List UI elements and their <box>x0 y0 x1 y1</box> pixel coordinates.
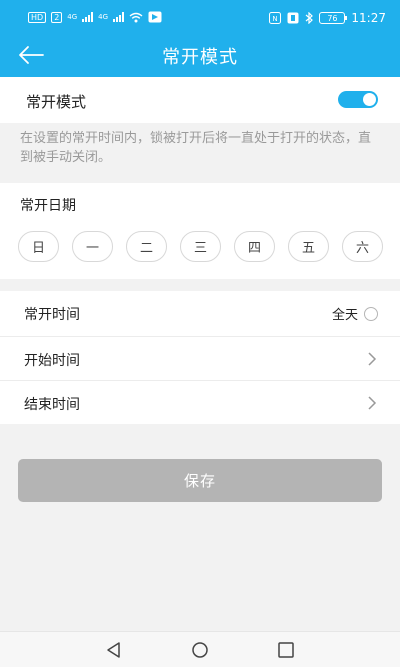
system-nav-bar <box>0 631 400 667</box>
days-label: 常开日期 <box>20 198 76 214</box>
start-time-row[interactable]: 开始时间 <box>0 336 400 380</box>
day-button-thu[interactable]: 四 <box>234 231 275 262</box>
chevron-right-icon <box>368 396 377 410</box>
app-notification-icon <box>148 11 162 23</box>
nav-back-icon[interactable] <box>104 641 124 659</box>
day-button-wed[interactable]: 三 <box>180 231 221 262</box>
svg-text:N: N <box>273 15 278 23</box>
all-day-radio[interactable] <box>364 306 378 321</box>
mode-toggle-label: 常开模式 <box>26 93 87 111</box>
start-time-label: 开始时间 <box>24 353 80 369</box>
all-day-option[interactable]: 全天 <box>332 304 378 323</box>
day-list: 日 一 二 三 四 五 六 <box>18 231 383 262</box>
signal-label-1: 4G <box>67 13 78 21</box>
day-button-tue[interactable]: 二 <box>126 231 167 262</box>
battery-level: 76 <box>327 13 338 23</box>
sim-badge: 2 <box>51 11 63 23</box>
nav-recent-icon[interactable] <box>276 641 296 659</box>
status-right: N 76 11:27 <box>269 11 386 25</box>
save-button[interactable]: 保存 <box>18 459 382 502</box>
page-title: 常开模式 <box>162 47 238 68</box>
day-button-fri[interactable]: 五 <box>288 231 329 262</box>
wifi-icon <box>129 12 143 22</box>
status-time: 11:27 <box>351 11 386 25</box>
end-time-row[interactable]: 结束时间 <box>0 380 400 424</box>
signal-icon-2 <box>113 12 125 22</box>
days-section: 常开日期 日 一 二 三 四 五 六 <box>0 183 400 279</box>
app-header: HD 2 4G 4G N 76 11:27 常开模式 <box>0 0 400 77</box>
status-left: HD 2 4G 4G <box>28 11 162 23</box>
nfc-icon: N <box>269 12 282 24</box>
time-section: 常开时间 全天 开始时间 结束时间 <box>0 291 400 424</box>
signal-label-2: 4G <box>98 13 109 21</box>
mode-description: 在设置的常开时间内，锁被打开后将一直处于打开的状态，直到被手动关闭。 <box>20 131 372 165</box>
all-day-label: 全天 <box>331 308 358 323</box>
open-time-label: 常开时间 <box>24 307 80 323</box>
chevron-right-icon <box>368 352 377 366</box>
signal-icon <box>82 12 94 22</box>
day-button-sun[interactable]: 日 <box>18 231 59 262</box>
bluetooth-icon <box>306 12 314 24</box>
hd-badge: HD <box>28 11 47 23</box>
nav-home-icon[interactable] <box>190 641 210 659</box>
vibrate-icon <box>287 12 299 24</box>
end-time-label: 结束时间 <box>24 397 80 413</box>
day-button-mon[interactable]: 一 <box>72 231 113 262</box>
mode-toggle-row: 常开模式 <box>0 77 400 123</box>
mode-toggle-switch[interactable] <box>338 91 378 108</box>
open-time-row: 常开时间 全天 <box>0 291 400 335</box>
status-bar: HD 2 4G 4G N 76 11:27 <box>0 0 400 36</box>
toggle-knob <box>363 93 376 106</box>
battery-icon: 76 <box>319 12 348 24</box>
day-button-sat[interactable]: 六 <box>342 231 383 262</box>
